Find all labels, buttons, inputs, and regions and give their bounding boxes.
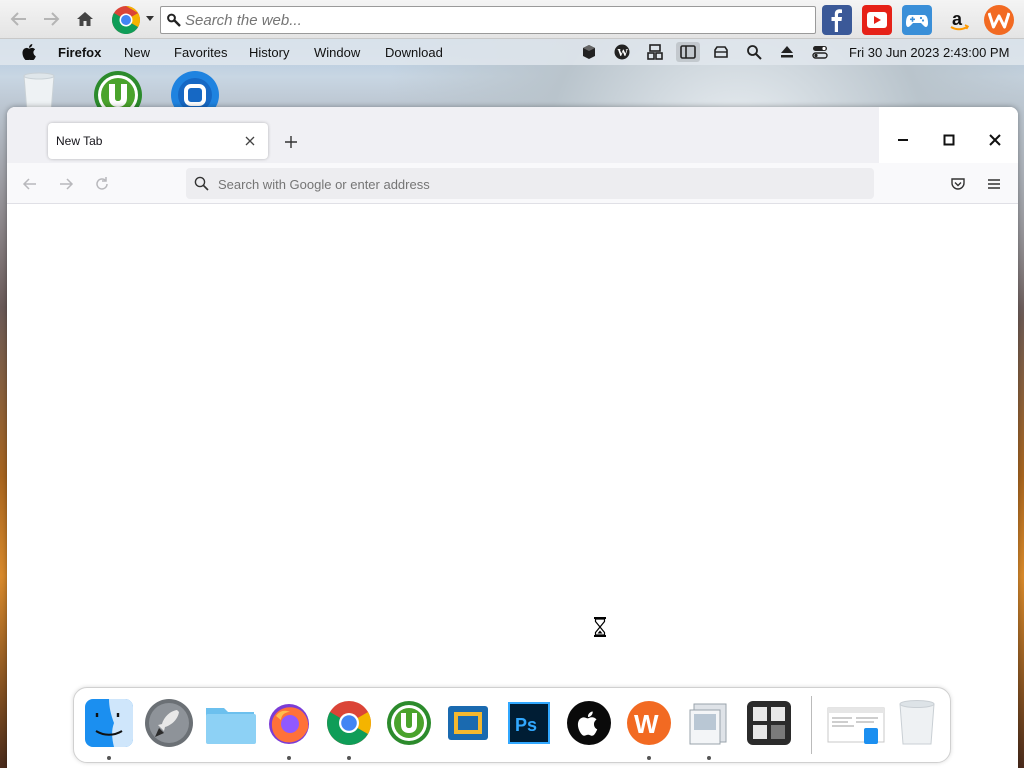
minimize-icon[interactable] — [889, 129, 917, 151]
dock-launchpad-icon[interactable] — [144, 698, 194, 748]
app-desktop-icon[interactable] — [170, 70, 220, 119]
nav-back-icon[interactable] — [19, 173, 41, 195]
running-indicator — [647, 756, 651, 760]
new-tab-plus-icon[interactable] — [280, 131, 302, 153]
top-toolbar: a — [0, 0, 1024, 39]
drive-tray-icon[interactable] — [713, 44, 729, 60]
search-key-icon — [167, 13, 181, 27]
navigation-toolbar — [7, 163, 1018, 204]
menu-item-favorites[interactable]: Favorites — [174, 45, 227, 60]
menu-item-history[interactable]: History — [249, 45, 289, 60]
page-content[interactable] — [7, 204, 1018, 768]
dock-finder-icon[interactable] — [84, 698, 134, 748]
dock-utorrent-icon[interactable] — [384, 698, 434, 748]
web-search-input[interactable] — [185, 10, 805, 30]
dock-chrome-icon[interactable] — [324, 698, 374, 748]
youtube-icon[interactable] — [862, 5, 892, 35]
utorrent-desktop-icon[interactable] — [93, 70, 143, 119]
eject-icon[interactable] — [779, 44, 795, 60]
firefox-window: New Tab — [7, 107, 1018, 768]
cube-tray-icon[interactable] — [581, 44, 597, 60]
menu-item-window[interactable]: Window — [314, 45, 360, 60]
control-center-icon[interactable] — [812, 44, 828, 60]
close-window-icon[interactable] — [981, 129, 1009, 151]
pocket-icon[interactable] — [947, 173, 969, 195]
wordpress-tray-icon[interactable]: W — [614, 44, 630, 60]
running-indicator — [107, 756, 111, 760]
menubar-app-name[interactable]: Firefox — [58, 45, 101, 60]
nav-forward-icon[interactable] — [55, 173, 77, 195]
hourglass-cursor-icon — [594, 617, 606, 637]
dock-virtualbox-icon[interactable] — [444, 698, 494, 748]
dock-photoshop-icon[interactable]: Ps — [504, 698, 554, 748]
running-indicator — [707, 756, 711, 760]
dock-separator — [811, 696, 812, 754]
apple-menu-icon[interactable] — [22, 44, 36, 60]
search-icon — [194, 176, 209, 191]
dock-w-icon[interactable]: W — [624, 698, 674, 748]
menu-item-download[interactable]: Download — [385, 45, 443, 60]
web-search-box[interactable] — [160, 6, 816, 34]
dock-window-thumbnail[interactable] — [826, 698, 886, 748]
running-indicator — [347, 756, 351, 760]
tab-strip: New Tab — [7, 107, 1018, 163]
dock-preview-icon[interactable] — [684, 698, 734, 748]
trash-desktop-icon[interactable] — [20, 72, 58, 113]
tab-close-icon[interactable] — [240, 131, 260, 151]
svg-text:W: W — [617, 47, 628, 59]
maximize-icon[interactable] — [935, 129, 963, 151]
facebook-icon[interactable] — [822, 5, 852, 35]
menu-item-new[interactable]: New — [124, 45, 150, 60]
tab-new-tab[interactable]: New Tab — [48, 123, 268, 159]
menubar-clock[interactable]: Fri 30 Jun 2023 2:43:00 PM — [849, 45, 1009, 60]
dock-grid-app-icon[interactable] — [744, 698, 794, 748]
w-app-icon[interactable] — [984, 5, 1014, 35]
url-input[interactable] — [218, 174, 858, 194]
chrome-engine-icon[interactable] — [110, 4, 142, 36]
dock: Ps W — [73, 687, 951, 763]
w-label: W — [634, 709, 659, 739]
running-indicator — [287, 756, 291, 760]
dock-folder-icon[interactable] — [204, 698, 256, 748]
chevron-down-icon[interactable] — [144, 8, 156, 30]
svg-text:a: a — [952, 9, 963, 29]
dock-firefox-icon[interactable] — [264, 698, 314, 748]
menubar: Firefox New Favorites History Window Dow… — [0, 39, 1024, 65]
reload-icon[interactable] — [91, 173, 113, 195]
tab-title: New Tab — [56, 134, 103, 148]
network-tray-icon[interactable] — [647, 44, 663, 60]
gamepad-icon[interactable] — [902, 5, 932, 35]
sidebar-tray-icon[interactable] — [680, 44, 696, 60]
spotlight-search-icon[interactable] — [746, 44, 762, 60]
forward-arrow-icon[interactable] — [40, 8, 62, 30]
home-icon[interactable] — [74, 8, 96, 30]
photoshop-label: Ps — [515, 715, 537, 735]
url-bar[interactable] — [186, 168, 874, 199]
hamburger-menu-icon[interactable] — [983, 173, 1005, 195]
dock-apple-icon[interactable] — [564, 698, 614, 748]
dock-trash-icon[interactable] — [892, 698, 942, 748]
back-arrow-icon[interactable] — [8, 8, 30, 30]
amazon-icon[interactable]: a — [944, 5, 974, 35]
